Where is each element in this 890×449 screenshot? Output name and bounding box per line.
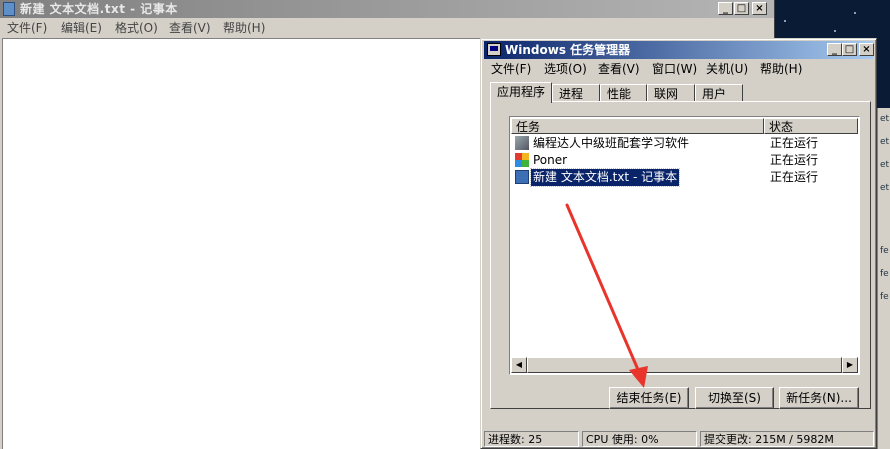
background-text: fe xyxy=(880,269,889,279)
task-manager-menu-bar: 文件(F) 选项(O) 查看(V) 窗口(W) 关机(U) 帮助(H) xyxy=(484,59,873,79)
maximize-button[interactable]: □ xyxy=(734,2,749,15)
minimize-button[interactable]: _ xyxy=(827,43,842,56)
task-status: 正在运行 xyxy=(770,153,819,167)
background-text: fe xyxy=(880,246,889,256)
task-status: 正在运行 xyxy=(770,136,819,150)
process-count: 进程数: 25 xyxy=(484,431,579,447)
background-window-edge: et et et et fe fe fe xyxy=(877,108,890,449)
background-text: et xyxy=(880,160,890,170)
menu-window[interactable]: 窗口(W) xyxy=(652,59,697,79)
close-button[interactable]: × xyxy=(859,43,874,56)
task-manager-title: Windows 任务管理器 xyxy=(505,43,631,57)
task-list[interactable]: 任务 状态 编程达人中级班配套学习软件 正在运行 Poner 正在运行 新建 文… xyxy=(509,116,860,375)
task-status: 正在运行 xyxy=(770,170,819,184)
menu-shutdown[interactable]: 关机(U) xyxy=(706,59,748,79)
task-name: 新建 文本文档.txt - 记事本 xyxy=(529,168,681,187)
tab-applications[interactable]: 应用程序 xyxy=(490,82,552,103)
menu-help[interactable]: 帮助(H) xyxy=(760,59,802,79)
new-task-button[interactable]: 新任务(N)... xyxy=(779,387,859,409)
menu-file[interactable]: 文件(F) xyxy=(491,59,531,79)
horizontal-scrollbar[interactable]: ◀ ▶ xyxy=(511,357,858,373)
commit-charge: 提交更改: 215M / 5982M xyxy=(700,431,874,447)
cpu-usage: CPU 使用: 0% xyxy=(582,431,697,447)
menu-view[interactable]: 查看(V) xyxy=(169,18,211,38)
task-manager-icon xyxy=(487,43,501,56)
status-bar: 进程数: 25 CPU 使用: 0% 提交更改: 215M / 5982M xyxy=(482,430,875,448)
notepad-icon xyxy=(3,2,15,16)
colored-tiles-icon xyxy=(515,153,529,167)
menu-format[interactable]: 格式(O) xyxy=(115,18,158,38)
minimize-button[interactable]: _ xyxy=(718,2,733,15)
close-button[interactable]: × xyxy=(752,2,767,15)
background-text: et xyxy=(880,183,890,193)
column-header-status[interactable]: 状态 xyxy=(764,118,858,134)
menu-help[interactable]: 帮助(H) xyxy=(223,18,265,38)
tab-performance[interactable]: 性能 xyxy=(600,84,647,102)
menu-view[interactable]: 查看(V) xyxy=(598,59,640,79)
menu-edit[interactable]: 编辑(E) xyxy=(61,18,102,38)
scroll-thumb[interactable] xyxy=(527,357,842,373)
task-manager-title-bar[interactable]: Windows 任务管理器 _ □ × xyxy=(484,41,874,59)
notepad-menu-bar: 文件(F) 编辑(E) 格式(O) 查看(V) 帮助(H) xyxy=(0,18,774,38)
background-text: fe xyxy=(880,292,889,302)
notepad-title-bar[interactable]: 新建 文本文档.txt - 记事本 _ □ × xyxy=(0,0,774,18)
task-row-selected[interactable]: 新建 文本文档.txt - 记事本 正在运行 xyxy=(512,168,857,187)
menu-options[interactable]: 选项(O) xyxy=(544,59,587,79)
tab-strip: 应用程序 进程 性能 联网 用户 xyxy=(490,82,870,103)
menu-file[interactable]: 文件(F) xyxy=(7,18,47,38)
column-header-task[interactable]: 任务 xyxy=(511,118,764,134)
tab-networking[interactable]: 联网 xyxy=(647,84,695,102)
end-task-button[interactable]: 结束任务(E) xyxy=(609,387,689,409)
task-row[interactable]: 编程达人中级班配套学习软件 正在运行 xyxy=(512,135,857,152)
background-text: et xyxy=(880,137,890,147)
switch-to-button[interactable]: 切换至(S) xyxy=(695,387,774,409)
tab-users[interactable]: 用户 xyxy=(695,84,743,102)
tab-processes[interactable]: 进程 xyxy=(552,84,600,102)
scroll-left-arrow-icon[interactable]: ◀ xyxy=(511,357,527,373)
background-text: et xyxy=(880,114,890,124)
task-row[interactable]: Poner 正在运行 xyxy=(512,152,857,169)
task-manager-window: Windows 任务管理器 _ □ × 文件(F) 选项(O) 查看(V) 窗口… xyxy=(480,38,877,449)
notepad-icon xyxy=(515,170,529,184)
task-name: Poner xyxy=(533,153,568,167)
maximize-button[interactable]: □ xyxy=(842,43,857,56)
applications-panel: 任务 状态 编程达人中级班配套学习软件 正在运行 Poner 正在运行 新建 文… xyxy=(490,101,871,409)
program-icon xyxy=(515,136,529,150)
task-name: 编程达人中级班配套学习软件 xyxy=(533,136,690,150)
notepad-title: 新建 文本文档.txt - 记事本 xyxy=(20,2,178,16)
scroll-right-arrow-icon[interactable]: ▶ xyxy=(842,357,858,373)
